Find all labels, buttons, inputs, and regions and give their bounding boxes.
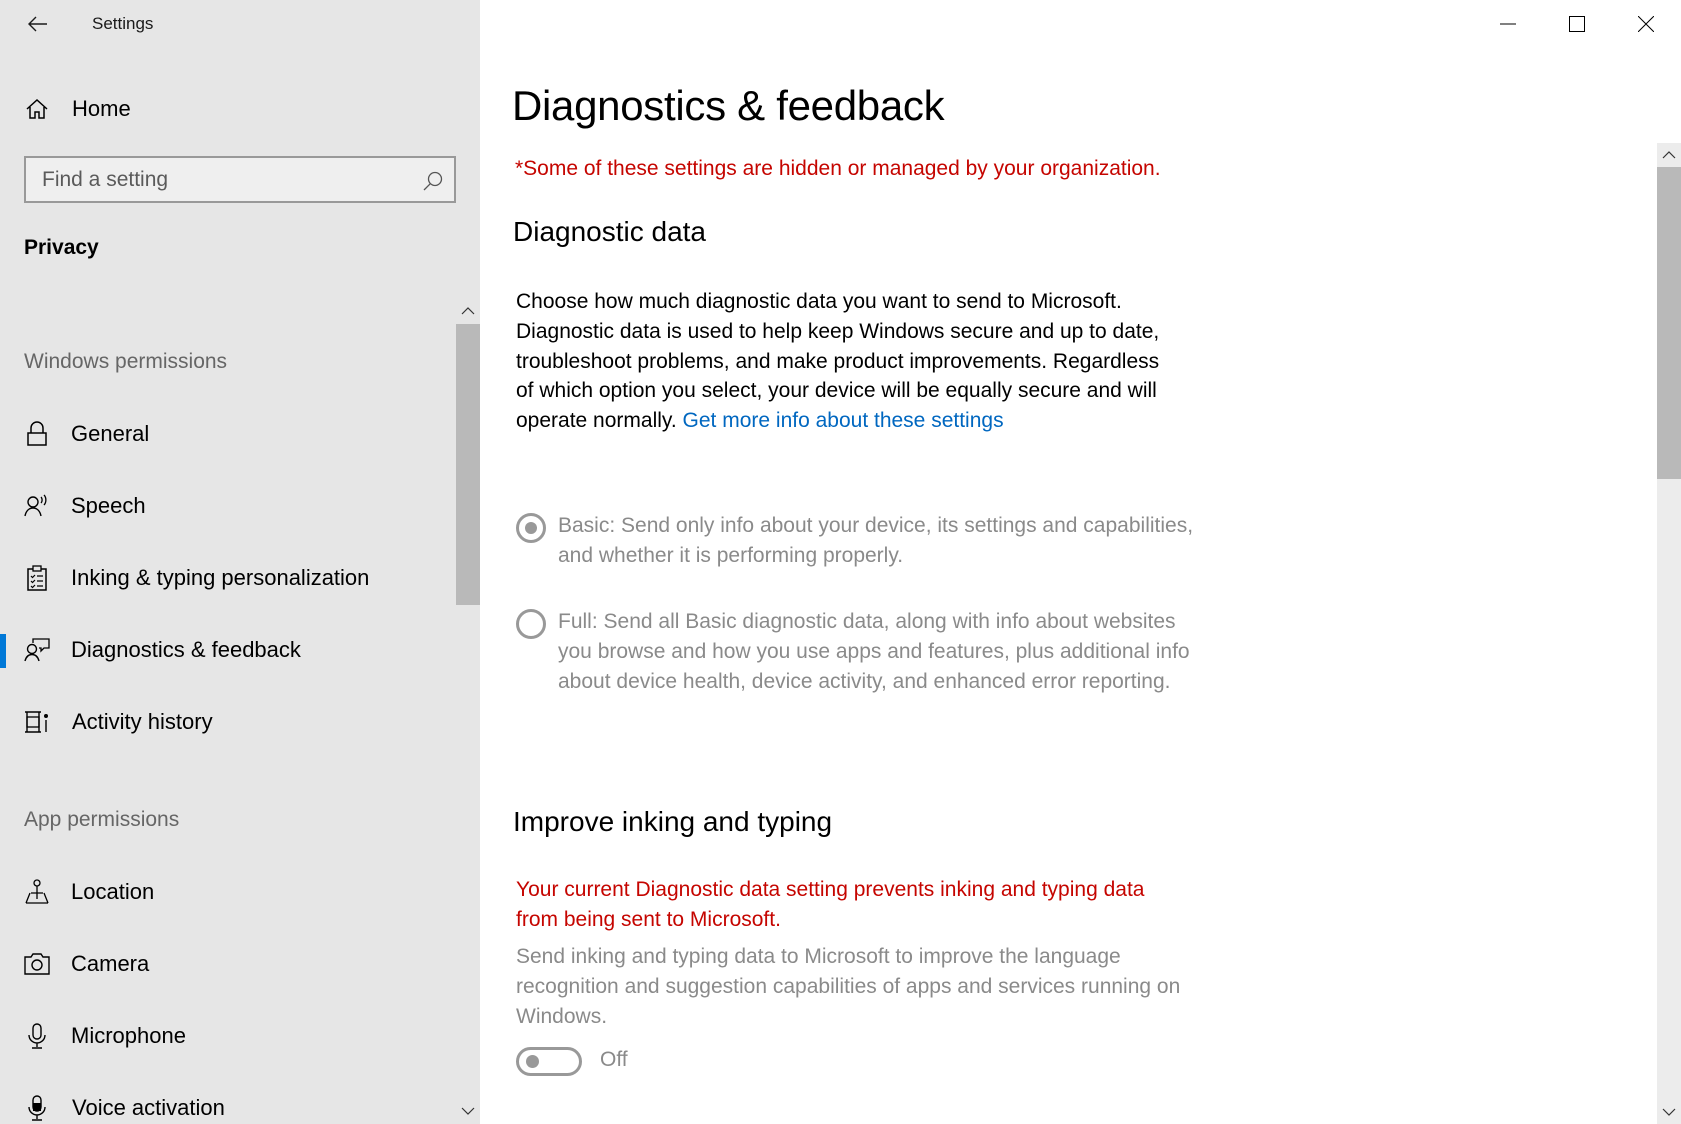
sidebar-item-label: Speech bbox=[71, 493, 146, 518]
sidebar-item-location[interactable]: Location bbox=[0, 868, 456, 916]
clipboard-list-icon bbox=[24, 565, 50, 591]
organization-managed-notice: *Some of these settings are hidden or ma… bbox=[515, 157, 1161, 180]
maximize-icon bbox=[1568, 16, 1585, 32]
group-header-app-permissions: App permissions bbox=[24, 808, 180, 831]
section-title: Privacy bbox=[24, 236, 99, 259]
sidebar-item-microphone[interactable]: Microphone bbox=[0, 1012, 456, 1060]
sidebar-scroll-up-button[interactable] bbox=[456, 300, 480, 322]
toggle-knob bbox=[526, 1055, 539, 1068]
main-content: Diagnostics & feedback *Some of these se… bbox=[480, 0, 1657, 1124]
sidebar-scroll-down-button[interactable] bbox=[456, 1100, 480, 1122]
main-scrollbar-thumb[interactable] bbox=[1657, 167, 1681, 479]
back-button[interactable] bbox=[22, 8, 54, 40]
more-info-link[interactable]: Get more info about these settings bbox=[683, 409, 1004, 432]
search-field[interactable] bbox=[24, 156, 456, 203]
feedback-icon bbox=[24, 637, 50, 663]
sidebar-item-label: Camera bbox=[71, 951, 150, 976]
chevron-up-icon bbox=[1662, 151, 1676, 159]
back-arrow-icon bbox=[28, 16, 47, 32]
radio-basic-label: Basic: Send only info about your device,… bbox=[558, 514, 1194, 567]
speech-icon bbox=[24, 493, 50, 519]
search-input[interactable] bbox=[26, 158, 454, 201]
camera-icon bbox=[24, 951, 50, 977]
app-title: Settings bbox=[92, 14, 154, 33]
sidebar: Settings Home Privacy Windows permission… bbox=[0, 0, 480, 1124]
improve-inking-heading: Improve inking and typing bbox=[513, 806, 833, 837]
voice-activation-icon bbox=[24, 1095, 50, 1121]
sidebar-item-label: Home bbox=[72, 96, 131, 121]
main-scroll-down-button[interactable] bbox=[1657, 1100, 1681, 1124]
maximize-button[interactable] bbox=[1542, 0, 1611, 48]
diagnostic-data-heading: Diagnostic data bbox=[513, 216, 707, 247]
inking-toggle[interactable] bbox=[516, 1047, 582, 1076]
radio-basic[interactable] bbox=[516, 513, 546, 543]
sidebar-item-activity-history[interactable]: Activity history bbox=[0, 698, 456, 746]
sidebar-item-home[interactable]: Home bbox=[0, 88, 456, 130]
chevron-down-icon bbox=[1662, 1108, 1676, 1116]
sidebar-item-label: Microphone bbox=[71, 1023, 186, 1048]
group-header-windows-permissions: Windows permissions bbox=[24, 350, 228, 373]
radio-full-label: Full: Send all Basic diagnostic data, al… bbox=[558, 610, 1190, 693]
inking-warning: Your current Diagnostic data setting pre… bbox=[516, 878, 1145, 931]
inking-description: Send inking and typing data to Microsoft… bbox=[516, 945, 1181, 1028]
sidebar-item-label: General bbox=[71, 421, 150, 446]
location-icon bbox=[24, 879, 50, 905]
chevron-down-icon bbox=[461, 1107, 475, 1115]
chevron-up-icon bbox=[461, 307, 475, 315]
sidebar-scrollbar-thumb[interactable] bbox=[456, 324, 480, 605]
sidebar-item-label: Inking & typing personalization bbox=[71, 565, 370, 590]
close-button[interactable] bbox=[1611, 0, 1680, 48]
sidebar-item-camera[interactable]: Camera bbox=[0, 940, 456, 988]
radio-option-basic[interactable]: Basic: Send only info about your device,… bbox=[516, 511, 1216, 571]
home-icon bbox=[24, 96, 50, 122]
sidebar-item-label: Voice activation bbox=[72, 1095, 225, 1120]
page-title: Diagnostics & feedback bbox=[512, 82, 945, 129]
minimize-button[interactable] bbox=[1473, 0, 1542, 48]
sidebar-item-general[interactable]: General bbox=[0, 410, 456, 458]
microphone-icon bbox=[24, 1023, 50, 1049]
sidebar-item-label: Diagnostics & feedback bbox=[71, 637, 301, 662]
sidebar-item-label: Location bbox=[71, 879, 155, 904]
close-icon bbox=[1637, 16, 1654, 32]
sidebar-item-inking-typing[interactable]: Inking & typing personalization bbox=[0, 554, 456, 602]
activity-history-icon bbox=[24, 709, 50, 735]
toggle-state-label: Off bbox=[600, 1048, 628, 1071]
diagnostic-data-description: Choose how much diagnostic data you want… bbox=[516, 287, 1176, 436]
search-icon[interactable] bbox=[422, 170, 444, 192]
sidebar-item-speech[interactable]: Speech bbox=[0, 482, 456, 530]
radio-full[interactable] bbox=[516, 609, 546, 639]
main-scroll-up-button[interactable] bbox=[1657, 143, 1681, 167]
sidebar-item-diagnostics-feedback[interactable]: Diagnostics & feedback bbox=[0, 626, 456, 674]
lock-icon bbox=[24, 421, 50, 447]
radio-option-full[interactable]: Full: Send all Basic diagnostic data, al… bbox=[516, 607, 1216, 727]
sidebar-item-voice-activation[interactable]: Voice activation bbox=[0, 1084, 456, 1124]
selected-indicator bbox=[0, 634, 6, 668]
minimize-icon bbox=[1499, 23, 1516, 25]
sidebar-item-label: Activity history bbox=[72, 709, 213, 734]
